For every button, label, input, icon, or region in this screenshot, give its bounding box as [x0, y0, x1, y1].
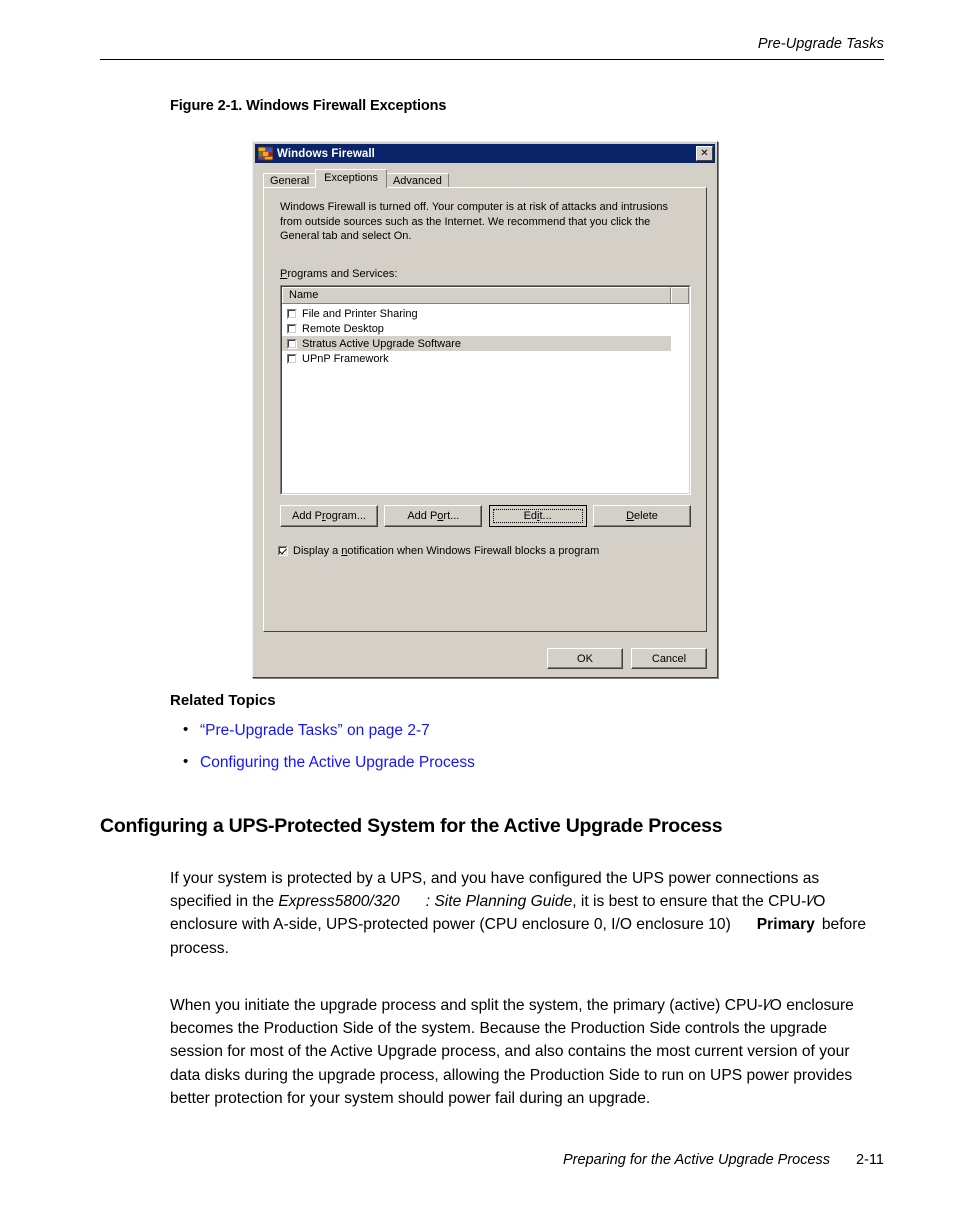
related-topic-link[interactable]: Configuring the Active Upgrade Process: [200, 754, 475, 771]
list-item-label: File and Printer Sharing: [302, 307, 418, 320]
focus-rectangle: [492, 509, 583, 523]
btn-text-post: elete: [634, 510, 658, 522]
programs-listbox-inner: Name File and Printer Sharing Remote Des…: [281, 286, 690, 494]
dialog-title: Windows Firewall: [277, 147, 375, 160]
list-item-label: Stratus Active Upgrade Software: [302, 337, 461, 350]
para1-bold1: Primary: [756, 916, 815, 934]
list-item[interactable]: Remote Desktop: [282, 321, 689, 336]
body-paragraph-1: If your system is protected by a UPS, an…: [170, 867, 882, 961]
figure-caption: Figure 2-1. Windows Firewall Exceptions: [170, 98, 447, 114]
dialog-footer-buttons: OK Cancel: [547, 648, 707, 669]
related-topic-link[interactable]: “Pre-Upgrade Tasks” on page 2-7: [200, 722, 430, 739]
checkbox-icon[interactable]: [287, 353, 297, 364]
ok-button[interactable]: OK: [547, 648, 623, 669]
checkbox-icon[interactable]: [287, 338, 297, 349]
list-item[interactable]: File and Printer Sharing: [282, 306, 689, 321]
checkbox-icon[interactable]: [287, 308, 297, 319]
body-paragraph-2: When you initiate the upgrade process an…: [170, 996, 854, 1108]
para1-italic1: Express5800/320: [278, 893, 400, 910]
related-topics-heading: Related Topics: [170, 692, 276, 709]
list-item[interactable]: Configuring the Active Upgrade Process: [183, 752, 890, 772]
para1-part4: process.: [170, 939, 229, 957]
running-head: Pre-Upgrade Tasks: [757, 36, 884, 52]
notify-text-pre: Display a: [293, 545, 342, 557]
related-topics-list: “Pre-Upgrade Tasks” on page 2-7 Configur…: [170, 720, 890, 772]
delete-button[interactable]: Delete: [592, 505, 691, 527]
column-header-spacer: [671, 287, 689, 303]
programs-and-services-label-rest: rograms and Services:: [287, 268, 398, 280]
programs-listbox[interactable]: Name File and Printer Sharing Remote Des…: [280, 285, 691, 495]
checkbox-icon[interactable]: [278, 546, 288, 556]
display-notification-label: Display a notification when Windows Fire…: [293, 545, 599, 557]
para1-italic2: : Site Planning Guide: [425, 893, 573, 910]
programs-listbox-rows: File and Printer Sharing Remote Desktop …: [282, 304, 689, 366]
header-rule: [100, 59, 884, 60]
exception-action-buttons: Add Pr ogram... Add Po rt... Ed i t... Delet…: [280, 505, 691, 527]
page-title: Configuring a UPS-Protected System for t…: [100, 815, 723, 837]
add-port-button[interactable]: Add Po rt...: [384, 505, 483, 527]
display-notification-checkbox-row[interactable]: Display a notification when Windows Fire…: [278, 545, 599, 557]
add-program-button[interactable]: Add Pr ogram...: [280, 505, 378, 527]
list-item-label: UPnP Framework: [302, 352, 389, 365]
para1-part3: before: [821, 916, 867, 934]
programs-and-services-label: Programs and Services:: [280, 268, 397, 280]
btn-text-post: rt...: [443, 510, 460, 522]
list-item[interactable]: Stratus Active Upgrade Software: [282, 336, 671, 351]
page-number: 2-11: [856, 1152, 884, 1168]
windows-firewall-dialog: Windows Firewall ✕ General Exceptions Ad…: [252, 141, 718, 678]
windows-firewall-icon: [257, 146, 274, 161]
dialog-tabstrip: General Exceptions Advanced: [263, 169, 707, 189]
cancel-button[interactable]: Cancel: [631, 648, 707, 669]
list-item[interactable]: UPnP Framework: [282, 351, 689, 366]
related-topics-section: Related Topics “Pre-Upgrade Tasks” on pa…: [170, 692, 890, 785]
close-icon[interactable]: ✕: [696, 146, 713, 161]
programs-listbox-header: Name: [282, 287, 689, 304]
btn-text-post: ogram...: [325, 510, 366, 522]
checkbox-icon[interactable]: [287, 323, 297, 334]
list-item-label: Remote Desktop: [302, 322, 384, 335]
column-header-name[interactable]: Name: [282, 287, 671, 303]
notify-text-post: otification when Windows Firewall blocks…: [347, 545, 600, 557]
edit-button[interactable]: Ed i t...: [488, 505, 587, 527]
btn-text-pre: Add P: [292, 510, 322, 522]
exceptions-tab-panel: Windows Firewall is turned off. Your com…: [263, 187, 707, 632]
tab-exceptions[interactable]: Exceptions: [315, 169, 387, 188]
footer-title: Preparing for the Active Upgrade Process: [563, 1152, 831, 1168]
btn-accel: D: [626, 510, 635, 522]
dialog-titlebar: Windows Firewall ✕: [255, 144, 715, 163]
firewall-status-description: Windows Firewall is turned off. Your com…: [280, 201, 669, 242]
page-header: Pre-Upgrade Tasks: [100, 36, 884, 60]
btn-text-pre: Add P: [407, 510, 438, 522]
list-item[interactable]: “Pre-Upgrade Tasks” on page 2-7: [183, 720, 890, 740]
page-footer: Preparing for the Active Upgrade Process…: [100, 1152, 884, 1168]
